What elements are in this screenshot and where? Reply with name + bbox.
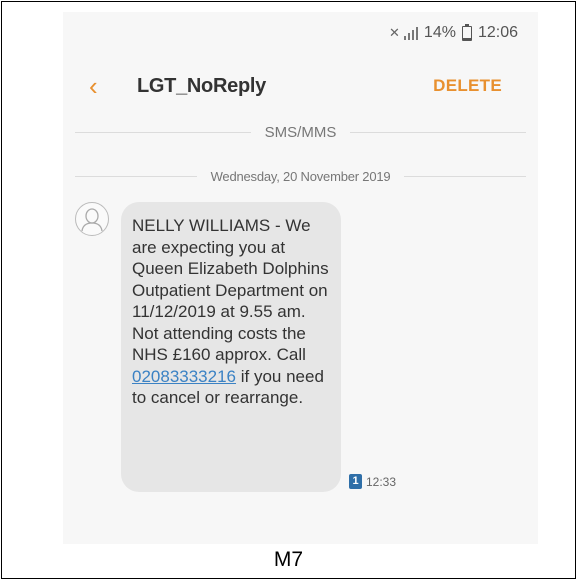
divider-line: [75, 176, 197, 177]
message-text: NELLY WILLIAMS - We are expecting you at…: [132, 215, 329, 409]
message-bubble[interactable]: NELLY WILLIAMS - We are expecting you at…: [121, 202, 341, 492]
message-meta: 1 12:33: [349, 474, 396, 489]
phone-number-link[interactable]: 02083333216: [132, 367, 236, 386]
contact-name: LGT_NoReply: [137, 75, 266, 97]
divider-line: [75, 132, 251, 133]
battery-icon: [461, 23, 472, 41]
back-chevron-icon[interactable]: ‹: [89, 68, 98, 104]
battery-percent: 14%: [423, 24, 456, 41]
divider-line: [404, 176, 526, 177]
conversation-header: ‹ LGT_NoReply DELETE: [63, 68, 538, 104]
date-divider: Wednesday, 20 November 2019: [63, 169, 538, 184]
message-text-before: NELLY WILLIAMS - We are expecting you at…: [132, 216, 329, 364]
delete-button[interactable]: DELETE: [433, 68, 502, 104]
date-label: Wednesday, 20 November 2019: [210, 169, 391, 184]
divider-line: [350, 132, 527, 133]
channel-label: SMS/MMS: [264, 124, 337, 141]
signal-icon: [403, 26, 418, 40]
message-time: 12:33: [366, 474, 397, 489]
phone-screen: ✕ 14% 12:06 ‹ LGT_NoReply DELETE SMS/MMS…: [63, 12, 538, 544]
screenshot-frame: ✕ 14% 12:06 ‹ LGT_NoReply DELETE SMS/MMS…: [1, 1, 576, 579]
status-time: 12:06: [477, 24, 518, 41]
status-bar: ✕ 14% 12:06: [389, 23, 518, 42]
person-icon: [81, 208, 103, 232]
mute-icon: ✕: [389, 25, 400, 40]
channel-divider: SMS/MMS: [63, 124, 538, 141]
figure-caption: M7: [273, 548, 304, 571]
contact-avatar-icon[interactable]: [75, 202, 109, 236]
sim-icon: 1: [349, 474, 362, 489]
